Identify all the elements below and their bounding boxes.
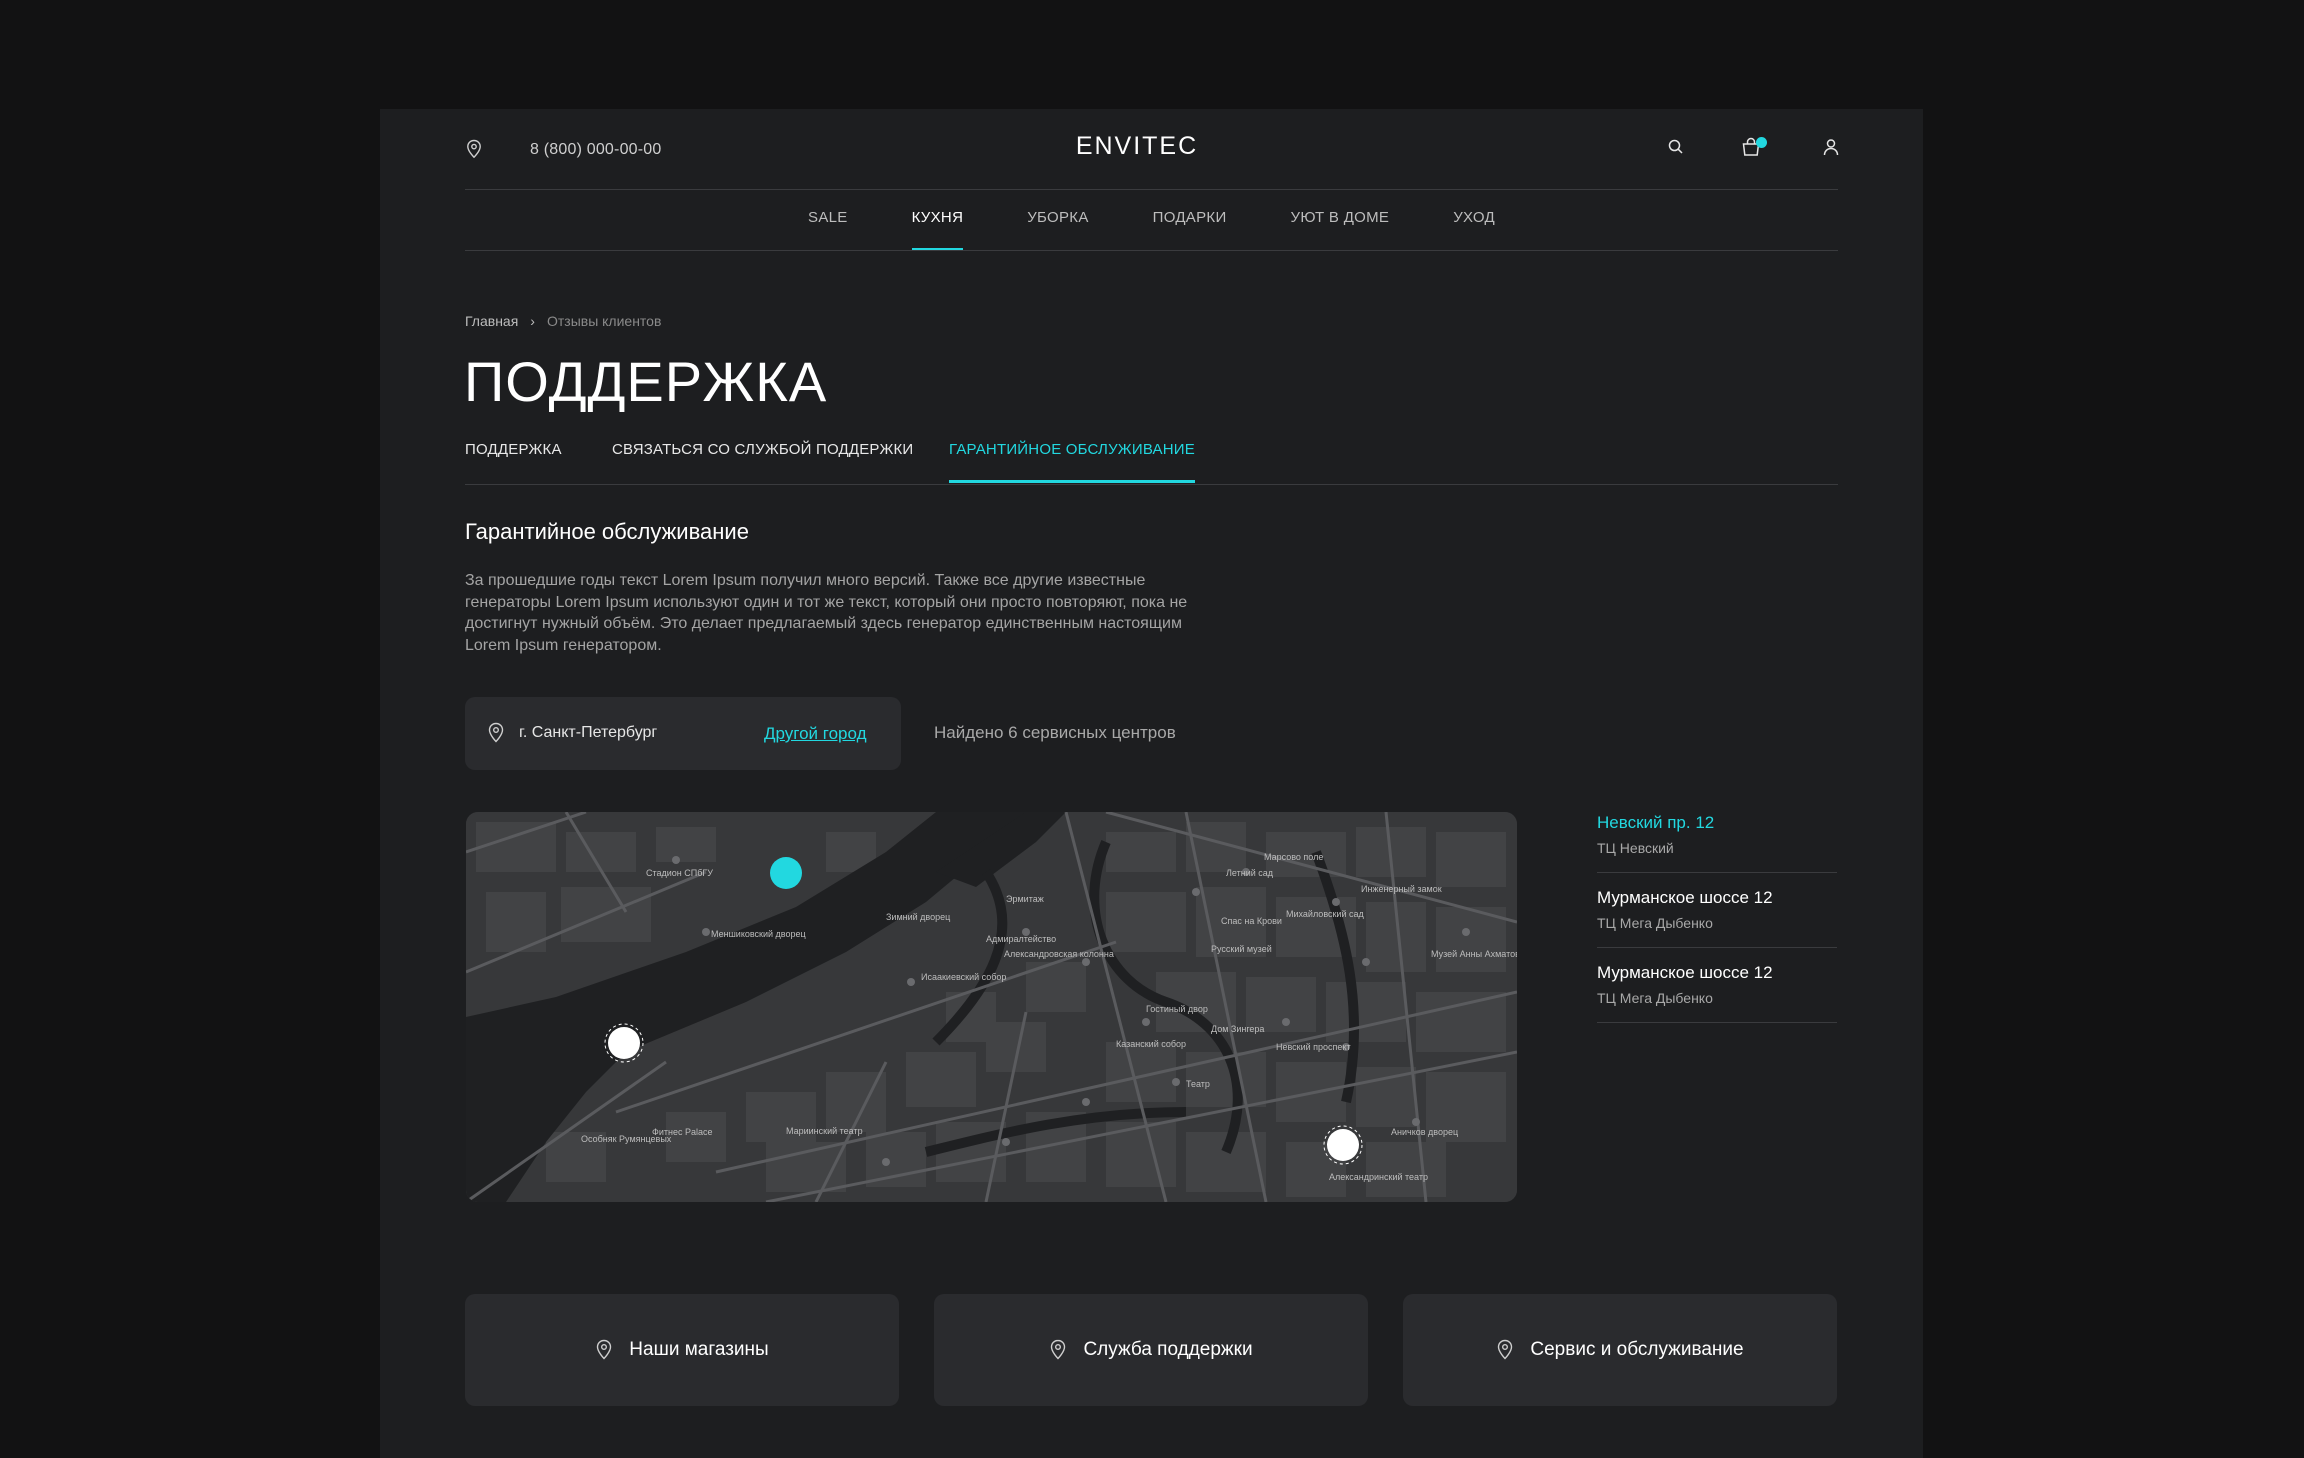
map-label: Особняк Румянцевых bbox=[581, 1134, 672, 1144]
cart-button[interactable] bbox=[1737, 133, 1767, 161]
service-center-mall: ТЦ Мега Дыбенко bbox=[1597, 990, 1713, 1006]
support-tabs: ПОДДЕРЖКА СВЯЗАТЬСЯ СО СЛУЖБОЙ ПОДДЕРЖКИ… bbox=[465, 439, 1838, 485]
map-label: Александринский театр bbox=[1329, 1172, 1428, 1182]
map-marker[interactable] bbox=[1327, 1129, 1359, 1161]
tabs-divider bbox=[465, 484, 1838, 485]
breadcrumb: Главная › Отзывы клиентов bbox=[465, 313, 661, 329]
service-center-item[interactable]: Невский пр. 12 ТЦ Невский bbox=[1597, 812, 1837, 873]
card-service-maintenance[interactable]: Сервис и обслуживание bbox=[1403, 1294, 1837, 1406]
map-label: Марсово поле bbox=[1264, 852, 1323, 862]
nav-items: SALE КУХНЯ УБОРКА ПОДАРКИ УЮТ В ДОМЕ УХО… bbox=[465, 189, 1838, 251]
nav-item-kitchen[interactable]: КУХНЯ bbox=[880, 189, 996, 251]
nav-item-gifts[interactable]: ПОДАРКИ bbox=[1121, 189, 1259, 251]
breadcrumb-separator: › bbox=[530, 313, 535, 329]
service-center-name: Мурманское шоссе 12 bbox=[1597, 963, 1773, 982]
section-title: Гарантийное обслуживание bbox=[465, 519, 749, 544]
service-center-item[interactable]: Мурманское шоссе 12 ТЦ Мега Дыбенко bbox=[1597, 962, 1837, 1023]
map-marker-active[interactable] bbox=[770, 857, 802, 889]
map-label: Михайловский сад bbox=[1286, 909, 1364, 919]
map-label: Гостиный двор bbox=[1146, 1004, 1208, 1014]
nav-divider-bottom bbox=[465, 250, 1838, 251]
service-centers-map[interactable]: Стадион СПбГУ Меншиковский дворец Исааки… bbox=[466, 812, 1517, 1202]
card-our-stores[interactable]: Наши магазины bbox=[465, 1294, 899, 1406]
map-label: Музей Анны Ахматовой bbox=[1431, 949, 1517, 959]
service-center-item[interactable]: Мурманское шоссе 12 ТЦ Мега Дыбенко bbox=[1597, 887, 1837, 948]
map-pin-icon[interactable] bbox=[465, 139, 483, 159]
envitec-logo[interactable]: ENVITEC bbox=[1061, 133, 1213, 159]
city-selector: г. Санкт-Петербург Другой город bbox=[465, 697, 901, 770]
cart-badge bbox=[1756, 137, 1767, 148]
map-label: Адмиралтейство bbox=[986, 934, 1056, 944]
card-label: Сервис и обслуживание bbox=[1530, 1339, 1744, 1360]
card-label: Наши магазины bbox=[629, 1339, 769, 1360]
map-label: Дом Зингера bbox=[1211, 1024, 1264, 1034]
search-icon bbox=[1668, 139, 1683, 154]
breadcrumb-home[interactable]: Главная bbox=[465, 313, 518, 329]
map-label: Александровская колонна bbox=[1004, 949, 1114, 959]
current-city: г. Санкт-Петербург bbox=[519, 724, 658, 741]
service-center-name: Мурманское шоссе 12 bbox=[1597, 888, 1773, 907]
page-container: 8 (800) 000-00-00 ENVITEC SALE КУХНЯ УБО… bbox=[380, 109, 1923, 1458]
map-label: Меншиковский дворец bbox=[711, 929, 806, 939]
breadcrumb-current: Отзывы клиентов bbox=[546, 313, 662, 329]
tab-warranty-service[interactable]: ГАРАНТИЙНОЕ ОБСЛУЖИВАНИЕ bbox=[949, 439, 1195, 483]
nav-item-care[interactable]: УХОД bbox=[1421, 189, 1527, 251]
phone-number[interactable]: 8 (800) 000-00-00 bbox=[530, 141, 662, 159]
map-label: Летний сад bbox=[1226, 868, 1274, 878]
change-city-link[interactable]: Другой город bbox=[764, 724, 867, 744]
service-center-mall: ТЦ Мега Дыбенко bbox=[1597, 915, 1713, 931]
search-button[interactable] bbox=[1662, 133, 1690, 161]
map-label: Инженерный замок bbox=[1361, 884, 1442, 894]
map-label: Исаакиевский собор bbox=[921, 972, 1006, 982]
map-canvas: Стадион СПбГУ Меншиковский дворец Исааки… bbox=[466, 812, 1517, 1202]
card-label: Служба поддержки bbox=[1083, 1339, 1253, 1360]
logo-text: ENVITEC bbox=[1076, 133, 1198, 159]
map-label: Мариинский театр bbox=[786, 1126, 863, 1136]
map-label: Зимний дворец bbox=[886, 912, 950, 922]
nav-item-cleaning[interactable]: УБОРКА bbox=[995, 189, 1120, 251]
map-label: Спас на Крови bbox=[1221, 916, 1282, 926]
map-marker[interactable] bbox=[608, 1027, 640, 1059]
map-label: Невский проспект bbox=[1276, 1042, 1351, 1052]
map-pin-icon bbox=[488, 722, 504, 743]
map-label: Русский музей bbox=[1211, 944, 1272, 954]
card-support-service[interactable]: Служба поддержки bbox=[934, 1294, 1368, 1406]
tab-contact-support[interactable]: СВЯЗАТЬСЯ СО СЛУЖБОЙ ПОДДЕРЖКИ bbox=[612, 439, 913, 483]
found-count: Найдено 6 сервисных центров bbox=[934, 723, 1176, 742]
map-label: Аничков дворец bbox=[1391, 1127, 1458, 1137]
service-center-name: Невский пр. 12 bbox=[1597, 813, 1715, 832]
map-label: Стадион СПбГУ bbox=[646, 868, 713, 878]
map-label: Эрмитаж bbox=[1006, 894, 1044, 904]
section-description: За прошедшие годы текст Lorem Ipsum полу… bbox=[465, 572, 1188, 654]
service-center-list: Невский пр. 12 ТЦ Невский Мурманское шос… bbox=[1597, 812, 1837, 1037]
tab-support[interactable]: ПОДДЕРЖКА bbox=[465, 439, 562, 483]
map-pin-icon bbox=[1498, 1339, 1513, 1360]
map-label: Казанский собор bbox=[1116, 1039, 1186, 1049]
map-pin-icon bbox=[1051, 1339, 1066, 1360]
page-title: ПОДДЕРЖКА bbox=[464, 350, 828, 413]
nav-item-home-comfort[interactable]: УЮТ В ДОМЕ bbox=[1259, 189, 1422, 251]
main-nav: SALE КУХНЯ УБОРКА ПОДАРКИ УЮТ В ДОМЕ УХО… bbox=[465, 189, 1838, 251]
map-pin-icon bbox=[597, 1339, 612, 1360]
account-button[interactable] bbox=[1817, 133, 1845, 161]
map-label: Театр bbox=[1186, 1079, 1210, 1089]
service-center-mall: ТЦ Невский bbox=[1597, 840, 1674, 856]
user-icon bbox=[1823, 139, 1839, 156]
nav-item-sale[interactable]: SALE bbox=[776, 189, 880, 251]
